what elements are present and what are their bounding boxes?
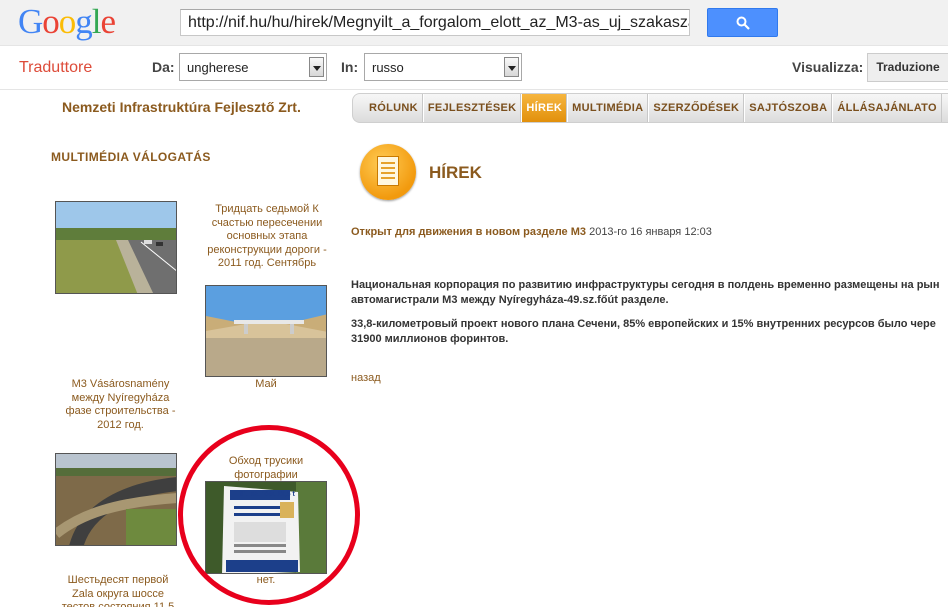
news-paragraph-2: 33,8-километровый проект нового плана Се…	[351, 317, 936, 347]
google-logo[interactable]: Google	[18, 2, 116, 42]
news-section-title: HÍREK	[429, 163, 482, 182]
gallery-thumb-highway[interactable]	[55, 201, 177, 294]
search-button[interactable]	[707, 8, 778, 37]
news-text-line: автомагистрали М3 между Nyíregyháza-49.s…	[351, 294, 669, 306]
gallery-thumb-bridge[interactable]	[205, 285, 327, 377]
news-text-line: 33,8-километровый проект нового плана Се…	[351, 318, 936, 330]
chevron-down-icon[interactable]	[309, 57, 324, 77]
news-text-line: Национальная корпорация по развитию инфр…	[351, 279, 940, 291]
news-paragraph-1: Национальная корпорация по развитию инфр…	[351, 278, 939, 308]
main-nav: RÓLUNK FEJLESZTÉSEK HÍREK MULTIMÉDIA SZE…	[352, 93, 948, 123]
nav-item-szerzodesek[interactable]: SZERZŐDÉSEK	[648, 94, 745, 122]
news-document-icon	[360, 144, 416, 200]
multimedia-section-title: MULTIMÉDIA VÁLOGATÁS	[51, 150, 211, 164]
site-title[interactable]: Nemzeti Infrastruktúra Fejlesztő Zrt.	[62, 99, 301, 115]
construction-photo	[56, 454, 176, 545]
nav-item-allasajanlatok[interactable]: ÁLLÁSAJÁNLATO	[832, 94, 942, 122]
gallery-thumb-construction[interactable]	[55, 453, 177, 546]
news-headline-row: Открыт для движения в новом разделе М3 2…	[351, 226, 712, 238]
news-headline[interactable]: Открыт для движения в новом разделе М3	[351, 226, 586, 238]
red-annotation-circle	[178, 425, 360, 605]
gallery-caption[interactable]: Май	[205, 378, 327, 392]
nav-item-sajtoszoba[interactable]: SAJTÓSZOBA	[744, 94, 833, 122]
to-language-select[interactable]: russo	[364, 53, 522, 81]
from-language-value: ungherese	[187, 60, 249, 75]
gallery-caption[interactable]: Шестьдесят первой Zala округа шоссе тест…	[58, 574, 178, 607]
translation-view-button[interactable]: Traduzione	[867, 53, 948, 82]
nav-item-fejlesztesek[interactable]: FEJLESZTÉSEK	[422, 94, 522, 122]
from-language-select[interactable]: ungherese	[179, 53, 327, 81]
nav-item-rolunk[interactable]: RÓLUNK	[353, 94, 423, 122]
to-language-value: russo	[372, 60, 404, 75]
view-label: Visualizza:	[792, 59, 864, 75]
gallery-caption[interactable]: Тридцать седьмой К счастью пересечении о…	[203, 203, 331, 271]
news-text-line: 31900 миллионов форинтов.	[351, 333, 509, 345]
nav-item-hirek[interactable]: HÍREK	[521, 94, 568, 122]
to-label: In:	[341, 59, 359, 75]
chevron-down-icon[interactable]	[504, 57, 519, 77]
url-input[interactable]: http://nif.hu/hu/hirek/Megnyilt_a_forgal…	[180, 9, 690, 36]
back-link[interactable]: назад	[351, 372, 381, 384]
highway-photo	[56, 202, 176, 293]
google-bar: Google http://nif.hu/hu/hirek/Megnyilt_a…	[0, 0, 948, 46]
bridge-photo	[206, 286, 326, 376]
translator-title: Traduttore	[19, 59, 93, 76]
nav-item-multimedia[interactable]: MULTIMÉDIA	[567, 94, 649, 122]
from-label: Da:	[152, 59, 175, 75]
translate-bar: Traduttore Da: ungherese In: russo Visua…	[0, 46, 948, 90]
gallery-caption[interactable]: M3 Vásárosnamény между Nyíregyháza фазе …	[58, 378, 183, 432]
news-date: 2013-го 16 января 12:03	[589, 226, 712, 238]
search-icon	[736, 16, 750, 30]
